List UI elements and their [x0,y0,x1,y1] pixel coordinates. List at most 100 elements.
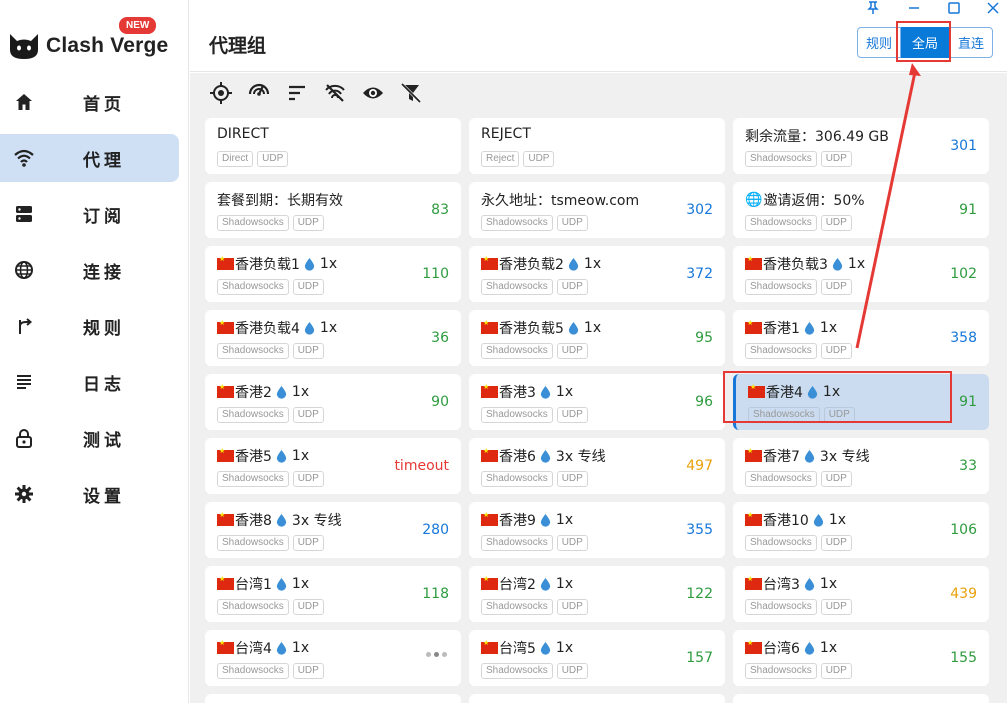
proxy-card[interactable]: 香港10 1x ShadowsocksUDP 106 [733,502,989,558]
sidebar-item-fork-arrow[interactable]: 规则 [0,302,179,350]
flag-icon [745,255,762,270]
proxy-delay[interactable]: 439 [950,586,977,602]
proxy-delay[interactable]: 102 [950,266,977,282]
sidebar-item-globe[interactable]: 连接 [0,246,179,294]
proxy-delay[interactable]: 280 [422,522,449,538]
proxy-name-row: 香港2 1x [217,382,309,402]
flag-icon [481,255,498,270]
proxy-card[interactable]: 香港91xShadowsocksUDP355 [469,502,725,558]
proxy-delay[interactable]: 95 [695,330,713,346]
proxy-card[interactable]: DIRECT Direct UDP [205,118,461,174]
sidebar-item-list[interactable]: 日志 [0,358,179,406]
proxy-delay[interactable]: 106 [950,522,977,538]
filter-off-icon[interactable] [324,82,362,104]
proxy-tag: UDP [556,599,588,615]
locate-icon[interactable] [210,82,248,104]
proxy-delay[interactable]: 33 [959,458,977,474]
proxy-card[interactable]: 香港负载2 1x ShadowsocksUDP 372 [469,246,725,302]
minimize-icon[interactable] [904,0,924,16]
proxy-card[interactable]: 香港负载5 1x ShadowsocksUDP 95 [469,310,725,366]
proxy-card[interactable] [733,694,989,703]
eye-icon[interactable] [362,82,400,104]
droplet-icon [276,449,287,463]
proxy-card[interactable]: 香港51xShadowsocksUDPtimeout [205,438,461,494]
sidebar-item-wifi[interactable]: 代理 [0,134,179,182]
proxy-delay[interactable]: 155 [950,650,977,666]
sidebar-item-home[interactable]: 首页 [0,78,179,126]
proxy-delay[interactable]: 372 [686,266,713,282]
proxy-card[interactable]: 香港负载3 1x ShadowsocksUDP 102 [733,246,989,302]
sidebar-item-server[interactable]: 订阅 [0,190,179,238]
proxy-card[interactable]: 剩余流量：306.49 GB Shadowsocks UDP 301 [733,118,989,174]
proxy-card[interactable]: REJECT Reject UDP [469,118,725,174]
proxy-delay[interactable]: 355 [686,522,713,538]
flag-icon [217,319,234,334]
sidebar-item-lock[interactable]: 测试 [0,414,179,462]
proxy-card[interactable]: 香港11xShadowsocksUDP358 [733,310,989,366]
proxy-tag: UDP [292,343,324,359]
proxy-tag: Shadowsocks [745,215,817,231]
pin-icon[interactable] [863,0,883,16]
proxy-tags: Reject UDP [481,151,555,167]
proxy-tags: Shadowsocks UDP [481,279,588,295]
flag-icon [217,511,234,526]
mode-direct-button[interactable]: 直连 [949,27,994,58]
proxy-delay[interactable]: 122 [686,586,713,602]
proxy-name-row: 香港3 1x [481,382,573,402]
sidebar-item-gear[interactable]: 设置 [0,470,179,518]
proxy-tag: Shadowsocks [481,471,553,487]
proxy-card[interactable] [205,694,461,703]
proxy-card[interactable]: 台湾41xShadowsocksUDP [205,630,461,686]
flag-icon [748,383,765,398]
proxy-tag: UDP [820,215,852,231]
proxy-delay[interactable]: 118 [422,586,449,602]
proxy-delay[interactable]: 83 [431,202,449,218]
proxy-tag: Shadowsocks [745,471,817,487]
proxy-card[interactable]: 香港负载1 1x ShadowsocksUDP 110 [205,246,461,302]
proxy-delay[interactable]: 110 [422,266,449,282]
proxy-card[interactable]: 套餐到期：长期有效 Shadowsocks UDP 83 [205,182,461,238]
proxy-tag: UDP [820,279,852,295]
proxy-card[interactable]: 永久地址：tsmeow.com Shadowsocks UDP 302 [469,182,725,238]
proxy-card[interactable]: 台湾21xShadowsocksUDP122 [469,566,725,622]
proxy-delay[interactable]: 157 [686,650,713,666]
speed-test-icon[interactable] [248,82,286,104]
maximize-icon[interactable] [944,0,964,16]
droplet-icon [804,641,815,655]
close-icon[interactable] [983,0,1003,16]
proxy-delay[interactable]: 302 [686,202,713,218]
proxy-card[interactable]: 香港83x 专线ShadowsocksUDP280 [205,502,461,558]
proxy-delay[interactable]: 497 [686,458,713,474]
proxy-delay[interactable]: 358 [950,330,977,346]
proxy-card[interactable]: 香港63x 专线ShadowsocksUDP497 [469,438,725,494]
filter-clear-icon[interactable] [400,82,438,104]
proxy-card[interactable] [469,694,725,703]
proxy-name-row: 香港负载3 1x [745,254,865,274]
proxy-card[interactable]: 香港21xShadowsocksUDP90 [205,374,461,430]
proxy-multiplier: 1x [291,448,310,464]
proxy-card[interactable]: 香港73x 专线ShadowsocksUDP33 [733,438,989,494]
proxy-multiplier: 1x [583,256,602,272]
proxy-delay[interactable]: 96 [695,394,713,410]
proxy-delay[interactable]: 301 [950,138,977,154]
proxy-delay[interactable]: 91 [959,394,977,410]
proxy-delay[interactable]: 91 [959,202,977,218]
page-title: 代理组 [209,35,267,57]
sort-icon[interactable] [286,82,324,104]
proxy-name: 台湾2 [499,577,536,593]
proxy-card[interactable]: 台湾61xShadowsocksUDP155 [733,630,989,686]
mode-global-button[interactable]: 全局 [901,27,950,58]
proxy-card[interactable]: 台湾51xShadowsocksUDP157 [469,630,725,686]
proxy-card[interactable]: 台湾11xShadowsocksUDP118 [205,566,461,622]
proxy-card[interactable]: 香港31xShadowsocksUDP96 [469,374,725,430]
flag-icon [481,383,498,398]
proxy-delay[interactable]: 36 [431,330,449,346]
proxy-card[interactable]: 香港负载4 1x ShadowsocksUDP 36 [205,310,461,366]
proxy-card[interactable]: 香港41xShadowsocksUDP91 [733,374,989,430]
proxy-delay[interactable]: 90 [431,394,449,410]
proxy-delay[interactable]: timeout [394,458,449,474]
mode-rule-button[interactable]: 规则 [857,27,902,58]
proxy-card[interactable]: 台湾31xShadowsocksUDP439 [733,566,989,622]
proxy-tag: UDP [292,215,324,231]
proxy-card[interactable]: 🌐 邀请返佣：50% Shadowsocks UDP 91 [733,182,989,238]
